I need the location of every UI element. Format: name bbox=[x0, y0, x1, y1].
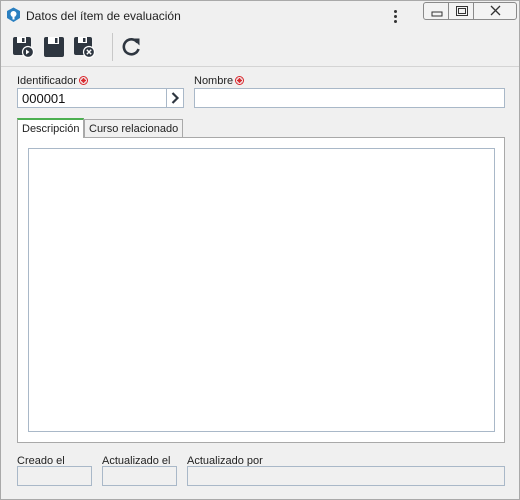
close-button[interactable] bbox=[473, 2, 517, 20]
creado-field bbox=[17, 466, 92, 486]
toolbar-separator bbox=[112, 33, 113, 61]
minimize-button[interactable] bbox=[423, 2, 449, 20]
chevron-right-icon bbox=[171, 92, 180, 104]
refresh-button[interactable] bbox=[118, 34, 144, 60]
title-bar[interactable]: Datos del ítem de evaluación bbox=[1, 1, 519, 29]
nombre-input[interactable] bbox=[194, 88, 505, 108]
more-options-icon[interactable] bbox=[387, 7, 403, 25]
actualizado-field bbox=[102, 466, 177, 486]
tab-descripcion[interactable]: Descripción bbox=[17, 118, 85, 138]
identificador-label: Identificador bbox=[17, 75, 88, 87]
nombre-label: Nombre bbox=[194, 75, 245, 87]
tab-panel bbox=[17, 137, 505, 443]
refresh-icon bbox=[122, 37, 140, 56]
dialog-window: Datos del ítem de evaluación Identificad… bbox=[0, 0, 520, 500]
window-title: Datos del ítem de evaluación bbox=[26, 9, 181, 23]
window-controls bbox=[423, 2, 517, 20]
save-and-new-button[interactable] bbox=[10, 34, 36, 60]
required-icon bbox=[235, 76, 245, 85]
save-and-close-icon bbox=[74, 37, 96, 59]
save-button[interactable] bbox=[41, 34, 67, 60]
tab-curso-relacionado[interactable]: Curso relacionado bbox=[84, 119, 184, 138]
identificador-label-text: Identificador bbox=[17, 75, 77, 87]
maximize-icon bbox=[456, 6, 468, 16]
identificador-input[interactable]: 000001 bbox=[17, 88, 167, 108]
close-icon bbox=[490, 5, 501, 16]
save-icon bbox=[44, 37, 64, 57]
required-icon bbox=[78, 76, 88, 85]
toolbar bbox=[1, 29, 519, 67]
description-textarea[interactable] bbox=[28, 148, 495, 432]
app-icon bbox=[7, 7, 20, 22]
save-and-new-icon bbox=[13, 37, 35, 59]
save-and-close-button[interactable] bbox=[71, 34, 97, 60]
minimize-icon bbox=[431, 11, 443, 17]
actualizado-por-field bbox=[187, 466, 505, 486]
nombre-label-text: Nombre bbox=[194, 75, 234, 87]
maximize-button[interactable] bbox=[448, 2, 474, 20]
identificador-next-button[interactable] bbox=[166, 88, 184, 108]
